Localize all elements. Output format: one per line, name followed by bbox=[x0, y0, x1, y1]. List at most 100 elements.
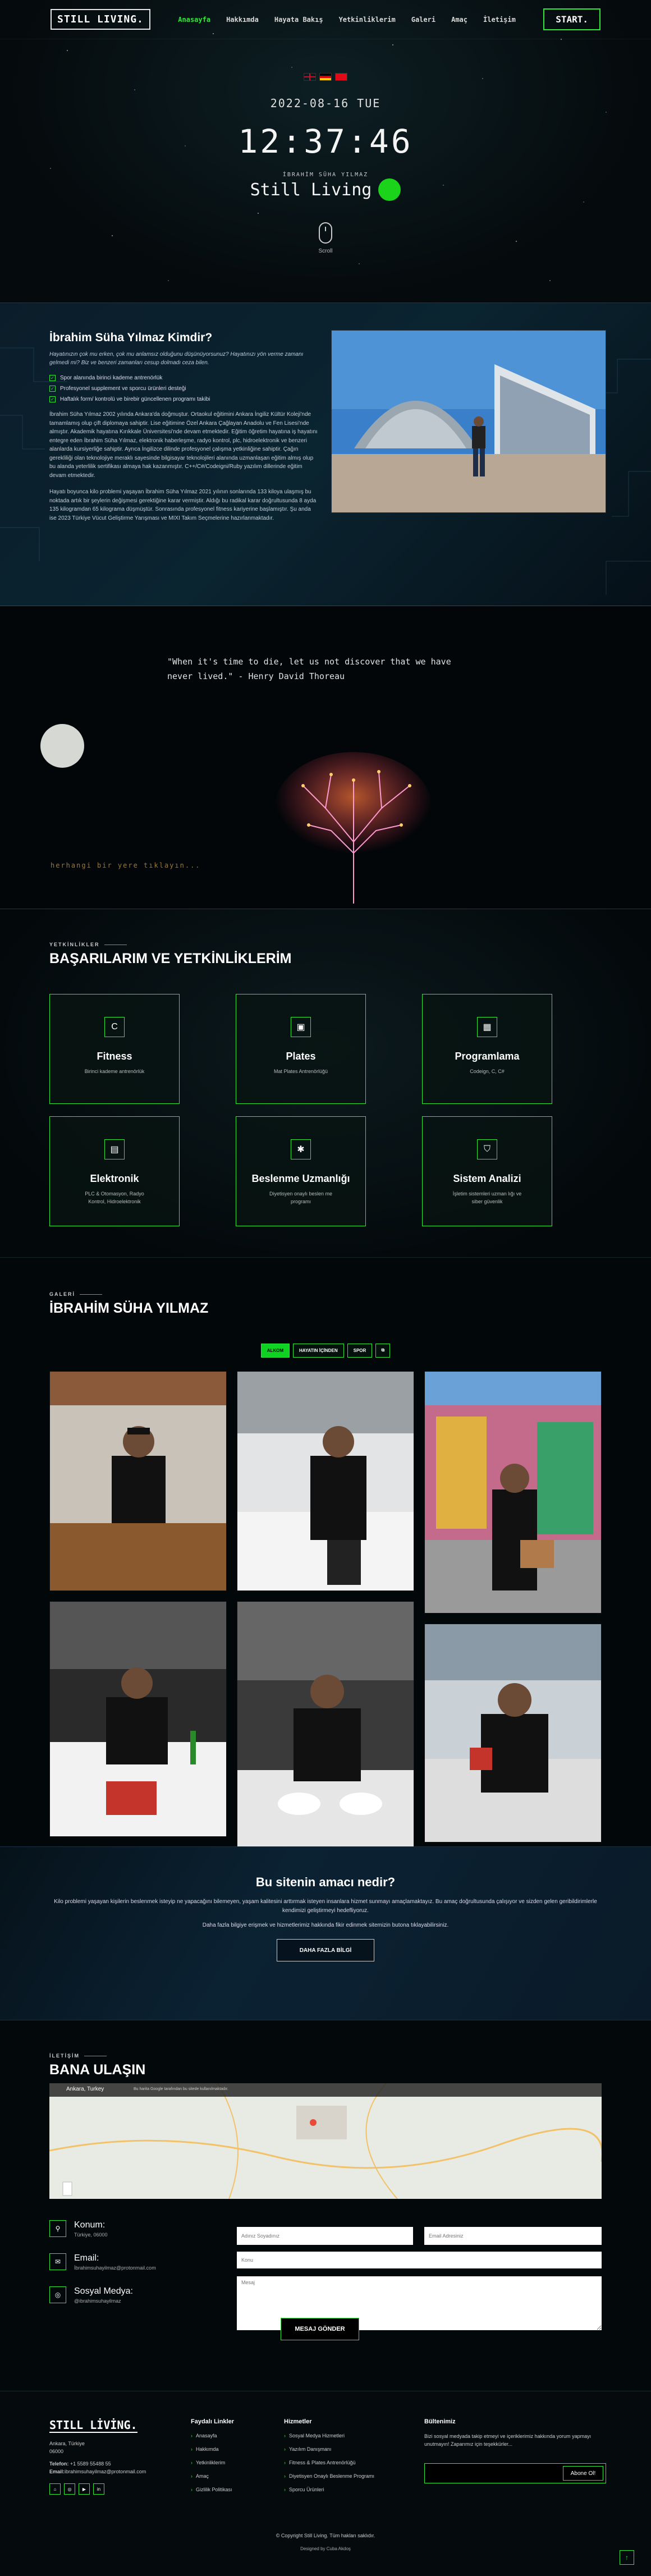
tab-sport[interactable]: SPOR bbox=[347, 1344, 373, 1358]
skill-card-title: Elektronik bbox=[90, 1173, 139, 1184]
gallery-photo[interactable] bbox=[424, 1624, 602, 1842]
footer-service[interactable]: Yazılım Danışmanı bbox=[284, 2446, 374, 2452]
footer-logo[interactable]: STILL LİVİNG. bbox=[49, 2418, 137, 2433]
more-info-button[interactable]: DAHA FAZLA BİLGİ bbox=[277, 1939, 374, 1961]
phone-value: +1 5589 55488 55 bbox=[70, 2461, 111, 2467]
back-to-top-icon[interactable]: ↑ bbox=[620, 2550, 634, 2565]
footer-service[interactable]: Fitness & Plates Antrenörlüğü bbox=[284, 2460, 374, 2465]
github-icon[interactable]: ⌂ bbox=[49, 2483, 61, 2495]
map-image bbox=[49, 2083, 602, 2199]
name-field[interactable] bbox=[237, 2227, 413, 2245]
location-pin-icon: ⚲ bbox=[49, 2220, 66, 2237]
footer-service[interactable]: Sosyal Medya Hizmetleri bbox=[284, 2433, 374, 2439]
electronics-icon: ▤ bbox=[104, 1139, 125, 1159]
email-value[interactable]: ibrahimsuhayilmaz@protonmail.com bbox=[65, 2469, 146, 2474]
check-item: ✓ Profesyonel supplement ve sporcu ürünle… bbox=[49, 386, 319, 392]
skill-card-desc: PLC & Otomasyon, Radyo Kontrol, Hidroele… bbox=[85, 1191, 144, 1204]
tree-illustration bbox=[275, 752, 432, 904]
main-nav: Anasayfa Hakkımda Hayata Bakış Yetkinlik… bbox=[178, 16, 516, 24]
nav-outlook[interactable]: Hayata Bakış bbox=[274, 16, 323, 24]
nav-skills[interactable]: Yetkinliklerim bbox=[339, 16, 396, 24]
tab-life[interactable]: HAYATIN İÇİNDEN bbox=[293, 1344, 344, 1358]
skill-card-fitness[interactable]: C Fitness Birinci kademe antrenörlük bbox=[49, 994, 180, 1104]
skill-card-desc: Mat Plates Antrenörlüğü bbox=[273, 1069, 328, 1074]
purpose-title: Bu sitenin amacı nedir? bbox=[255, 1875, 396, 1889]
contact-social: ◎ Sosyal Medya: @ibrahimsuhayilmaz bbox=[49, 2286, 229, 2304]
check-item-text: Haftalık form/ kontrolü ve birebir günce… bbox=[60, 396, 210, 402]
shield-icon: ⛉ bbox=[477, 1139, 497, 1159]
footer-link[interactable]: Amaç bbox=[191, 2473, 234, 2479]
quote-section[interactable]: "When it's time to die, let us not disco… bbox=[0, 606, 651, 909]
gallery-photo[interactable] bbox=[237, 1601, 414, 1848]
footer-link[interactable]: Gizlilik Politikası bbox=[191, 2487, 234, 2492]
footer-link[interactable]: Anasayfa bbox=[191, 2433, 234, 2439]
start-button[interactable]: START. bbox=[543, 8, 600, 30]
skill-card-desc: Codeign, C, C# bbox=[470, 1069, 505, 1074]
send-message-button[interactable]: MESAJ GÖNDER bbox=[281, 2318, 359, 2340]
email-field[interactable] bbox=[424, 2227, 602, 2245]
gallery-photo[interactable] bbox=[49, 1371, 227, 1591]
flag-uk-icon[interactable] bbox=[304, 73, 316, 81]
nav-purpose[interactable]: Amaç bbox=[451, 16, 467, 24]
tab-alkom[interactable]: ALKOM bbox=[260, 1344, 290, 1358]
contact-kicker: İLETİŞİM bbox=[49, 2053, 602, 2059]
skill-card-electronics[interactable]: ▤ Elektronik PLC & Otomasyon, Radyo Kontro… bbox=[49, 1116, 180, 1226]
subscribe-button[interactable]: Abone Ol! bbox=[563, 2466, 603, 2481]
footer-service[interactable]: Sporcu Ürünleri bbox=[284, 2487, 374, 2492]
skill-card-title: Fitness bbox=[97, 1051, 132, 1062]
footer-address-1: Ankara, Türkiye bbox=[49, 2441, 85, 2446]
gallery-photo[interactable] bbox=[424, 1371, 602, 1614]
contact-value[interactable]: @ibrahimsuhayilmaz bbox=[74, 2298, 133, 2304]
skill-card-desc: Diyetisyen onaylı beslen me programı bbox=[269, 1191, 333, 1204]
designed-by-text[interactable]: Designed by Cuba Akdoş bbox=[300, 2546, 351, 2551]
gallery-title: İBRAHİM SÜHA YILMAZ bbox=[49, 1300, 209, 1316]
footer-services: Hizmetler Sosyal Medya Hizmetleri Yazılı… bbox=[284, 2418, 374, 2500]
skill-card-programming[interactable]: ▦ Programlama Codeign, C, C# bbox=[422, 994, 552, 1104]
youtube-icon[interactable]: ▶ bbox=[79, 2483, 90, 2495]
map-note: Bu harita Google tarafından bu sitede ku… bbox=[134, 2087, 228, 2091]
contact-title: BANA ULAŞIN bbox=[49, 2062, 146, 2078]
about-section: İbrahim Süha Yılmaz Kimdir? Hayatınızın … bbox=[0, 303, 651, 606]
nav-about[interactable]: Hakkımda bbox=[226, 16, 259, 24]
check-icon: ✓ bbox=[49, 375, 56, 381]
skill-card-system[interactable]: ⛉ Sistem Analizi İşletim sistemleri uzman … bbox=[422, 1116, 552, 1226]
nav-contact[interactable]: İletişim bbox=[483, 16, 516, 24]
contact-value: Türkiye, 06000 bbox=[74, 2232, 108, 2238]
contact-value[interactable]: İbrahimsuhayilmaz@protonmail.com bbox=[74, 2265, 156, 2271]
grid-view-icon[interactable]: ⧉ bbox=[375, 1344, 391, 1358]
skill-card-title: Programlama bbox=[455, 1051, 520, 1062]
newsletter-input[interactable]: Abone Ol! bbox=[424, 2463, 606, 2483]
email-label: Email: bbox=[49, 2469, 65, 2474]
gallery-photo[interactable] bbox=[237, 1371, 414, 1591]
flag-tr-icon[interactable] bbox=[335, 73, 347, 81]
hero-date: 2022-08-16 TUE bbox=[270, 97, 381, 110]
gallery-section: GALERİ İBRAHİM SÜHA YILMAZ ALKOM HAYATIN… bbox=[0, 1257, 651, 1848]
nav-home[interactable]: Anasayfa bbox=[178, 16, 210, 24]
moon-icon bbox=[40, 724, 84, 768]
contact-info: ⚲ Konum: Türkiye, 06000 ✉ Email: İbrahimsuha… bbox=[49, 2220, 229, 2320]
gallery-photo[interactable] bbox=[49, 1601, 227, 1837]
status-dot-icon bbox=[378, 178, 401, 201]
subject-field[interactable] bbox=[237, 2252, 602, 2268]
skill-card-plates[interactable]: ▣ Plates Mat Plates Antrenörlüğü bbox=[236, 994, 366, 1104]
instagram-icon[interactable]: ◎ bbox=[64, 2483, 75, 2495]
fitness-icon: C bbox=[104, 1017, 125, 1037]
site-logo[interactable]: STILL LIVING. bbox=[51, 9, 150, 30]
email-icon: ✉ bbox=[49, 2253, 66, 2270]
footer-email: Email:ibrahimsuhayilmaz@protonmail.com bbox=[49, 2469, 146, 2474]
footer-link[interactable]: Hakkımda bbox=[191, 2446, 234, 2452]
linkedin-icon[interactable]: in bbox=[93, 2483, 104, 2495]
footer-link[interactable]: Yetkinliklerim bbox=[191, 2460, 234, 2465]
about-text: İbrahim Süha Yılmaz Kimdir? Hayatınızın … bbox=[49, 331, 319, 522]
skill-card-nutrition[interactable]: ✱ Beslenme Uzmanlığı Diyetisyen onaylı bes… bbox=[236, 1116, 366, 1226]
footer-service[interactable]: Diyetisyen Onaylı Beslenme Programı bbox=[284, 2473, 374, 2479]
mouse-scroll-icon[interactable] bbox=[319, 222, 332, 244]
skill-card-desc: İşletim sistemleri uzman lığı ve siber g… bbox=[452, 1191, 522, 1204]
footer-links-title: Faydalı Linkler bbox=[191, 2418, 235, 2425]
skills-section: YETKİNLİKLER BAŞARILARIM VE YETKİNLİKLER… bbox=[0, 909, 651, 1257]
nav-gallery[interactable]: Galeri bbox=[411, 16, 435, 24]
embedded-map[interactable]: Ankara, Turkey Bu harita Google tarafınd… bbox=[49, 2083, 602, 2199]
about-lead: Hayatınızın çok mu erken, çok mu anlamsı… bbox=[49, 351, 304, 366]
flag-de-icon[interactable] bbox=[319, 73, 332, 81]
skill-card-title: Sistem Analizi bbox=[453, 1173, 521, 1184]
